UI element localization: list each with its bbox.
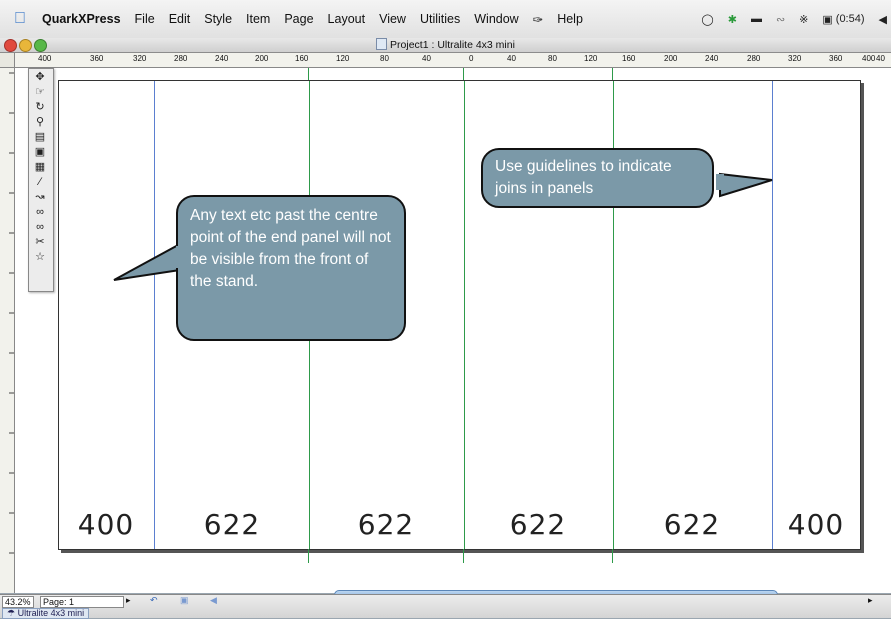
ruler-tick: 400 [862,54,876,63]
ruler-tick: 120 [336,54,350,63]
table-tool-icon[interactable]: ▦ [31,160,49,174]
guide-line[interactable] [772,81,773,549]
star-tool-icon[interactable]: ☆ [31,250,49,264]
guide-line-extension [308,68,309,80]
menu-bar:  QuarkXPress File Edit Style Item Page … [0,0,891,39]
content-tool-icon[interactable]: ☞ [31,85,49,99]
guide-line[interactable] [154,81,155,549]
menu-utilities[interactable]: Utilities [420,12,460,26]
unlinking-tool-icon[interactable]: ∞ [31,220,49,234]
ruler-tick: 280 [174,54,188,63]
panel-width-label: 622 [509,508,567,541]
panel-width-label: 622 [663,508,721,541]
guide-line-extension [308,549,309,563]
apple-menu-icon[interactable]:  [14,10,30,28]
guide-line-extension [612,549,613,563]
vertical-ruler[interactable] [0,53,15,593]
panel-width-label: 400 [77,508,135,541]
item-tool-icon[interactable]: ✥ [31,70,49,84]
guide-line-extension [612,68,613,80]
page-menu-icon[interactable]: ▸ [126,595,131,606]
sync-icon[interactable]: ◯ [701,13,713,26]
ruler-tick: 240 [215,54,229,63]
ruler-tick: 280 [747,54,761,63]
menu-page[interactable]: Page [284,12,313,26]
ruler-origin[interactable] [0,53,15,68]
ruler-tick: 160 [295,54,309,63]
ruler-tick: 200 [664,54,678,63]
pointer-cover [176,246,186,268]
status-menus: ◯ ✱ ▬ ∾ ※ ▣ (0:54) ◀ [687,0,887,38]
guide-line-extension [463,68,464,80]
menu-layout[interactable]: Layout [328,12,366,26]
menu-edit[interactable]: Edit [169,12,191,26]
zoom-field[interactable]: 43.2% [2,596,34,608]
ruler-tick: 40 [876,54,885,63]
ruler-tick: 240 [705,54,719,63]
layout-nav-icon[interactable]: ◀ [210,595,217,606]
bluetooth-icon[interactable]: ※ [799,13,808,26]
ruler-tick: 160 [622,54,636,63]
panel-width-label: 400 [787,508,845,541]
text-path-tool-icon[interactable]: ↝ [31,190,49,204]
rotate-tool-icon[interactable]: ↻ [31,100,49,114]
guide-line[interactable] [464,81,465,549]
window-title-text: Project1 : Ultralite 4x3 mini [390,39,515,51]
ruler-tick: 40 [507,54,516,63]
ruler-tick: 200 [255,54,269,63]
callout-centre-point-text: Any text etc past the centre point of th… [176,195,406,341]
ruler-tick: 360 [90,54,104,63]
status-bar: 43.2% Page: 1 ▸ ↶ ▣ ◀ ▸ [0,594,891,618]
ruler-tick: 120 [584,54,598,63]
text-box-tool-icon[interactable]: ▤ [31,130,49,144]
panel-width-label: 622 [357,508,415,541]
ruler-tick: 400 [38,54,52,63]
undo-icon[interactable]: ↶ [150,595,158,606]
wifi-icon[interactable]: ∾ [776,13,785,26]
picture-box-tool-icon[interactable]: ▣ [31,145,49,159]
display-icon[interactable]: ▬ [751,13,762,25]
ruler-tick: 320 [788,54,802,63]
ruler-tick: 80 [380,54,389,63]
ruler-tick: 360 [829,54,843,63]
view-icon[interactable]: ▣ [180,595,189,606]
vertical-ruler-ticks [9,72,14,554]
menu-item[interactable]: Item [246,12,270,26]
menu-style[interactable]: Style [204,12,232,26]
ruler-tick: 320 [133,54,147,63]
window-title: Project1 : Ultralite 4x3 mini [0,38,891,52]
battery-time: (0:54) [835,13,865,25]
horizontal-ruler[interactable]: 400 360 320 280 240 200 160 120 80 40 0 … [14,53,891,68]
layout-tab[interactable]: ☂ Ultralite 4x3 mini [2,608,90,619]
app-status-icon[interactable]: ✱ [728,13,737,26]
menu-items: QuarkXPress File Edit Style Item Page La… [42,0,597,38]
tool-palette: ✥ ☞ ↻ ⚲ ▤ ▣ ▦ ∕ ↝ ∞ ∞ ✂ ☆ [28,68,54,292]
pointer-cover [716,174,724,190]
app-menu[interactable]: QuarkXPress [42,12,121,26]
menu-window[interactable]: Window [474,12,518,26]
volume-icon[interactable]: ◀ [879,13,887,26]
line-tool-icon[interactable]: ∕ [31,175,49,189]
menu-view[interactable]: View [379,12,406,26]
zoom-tool-icon[interactable]: ⚲ [31,115,49,129]
page-field[interactable]: Page: 1 [40,596,124,608]
window-titlebar: Project1 : Ultralite 4x3 mini [0,38,891,53]
ruler-tick: 80 [548,54,557,63]
ruler-tick: 40 [422,54,431,63]
document-icon [376,38,388,50]
battery-icon[interactable]: ▣ [822,13,832,26]
scissors-tool-icon[interactable]: ✂ [31,235,49,249]
ruler-tick: 0 [469,54,474,63]
callout-guidelines-text: Use guidelines to indicate joins in pane… [481,148,714,208]
menu-help[interactable]: Help [557,12,583,26]
script-icon[interactable]: ✑ [533,12,543,27]
menu-file[interactable]: File [135,12,155,26]
guide-line-extension [463,549,464,563]
linking-tool-icon[interactable]: ∞ [31,205,49,219]
scroll-right-icon[interactable]: ▸ [868,595,873,606]
panel-width-label: 622 [203,508,261,541]
